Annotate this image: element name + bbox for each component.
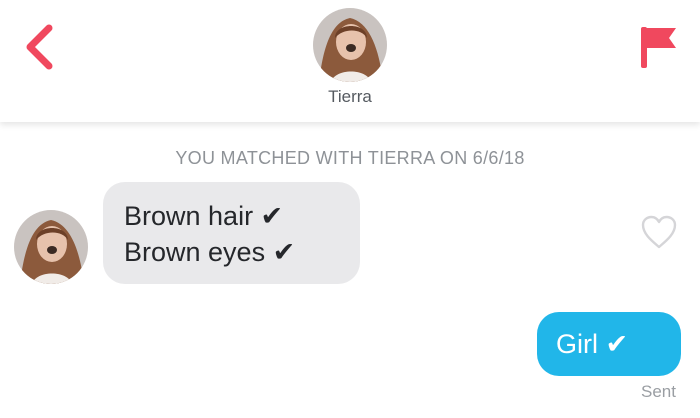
message-line: Brown hair ✔ bbox=[124, 201, 284, 231]
chevron-left-icon bbox=[26, 24, 53, 70]
avatar-photo bbox=[313, 8, 387, 82]
match-notice: YOU MATCHED WITH TIERRA ON 6/6/18 bbox=[175, 148, 525, 168]
outgoing-message-bubble[interactable]: Girl ✔ bbox=[537, 312, 681, 376]
message-line: Brown eyes ✔ bbox=[124, 237, 296, 267]
contact-avatar[interactable] bbox=[313, 8, 387, 82]
heart-outline-icon bbox=[641, 215, 677, 249]
incoming-message-bubble[interactable]: Brown hair ✔ Brown eyes ✔ bbox=[103, 182, 360, 284]
like-message-button[interactable] bbox=[640, 214, 678, 250]
contact-name[interactable]: Tierra bbox=[0, 87, 700, 107]
chat-header: Tierra bbox=[0, 0, 700, 122]
avatar-photo bbox=[14, 210, 88, 284]
back-button[interactable] bbox=[22, 24, 58, 70]
flag-icon bbox=[641, 27, 676, 68]
report-button[interactable] bbox=[638, 24, 680, 70]
message-avatar[interactable] bbox=[14, 210, 88, 284]
message-status: Sent bbox=[641, 382, 676, 401]
